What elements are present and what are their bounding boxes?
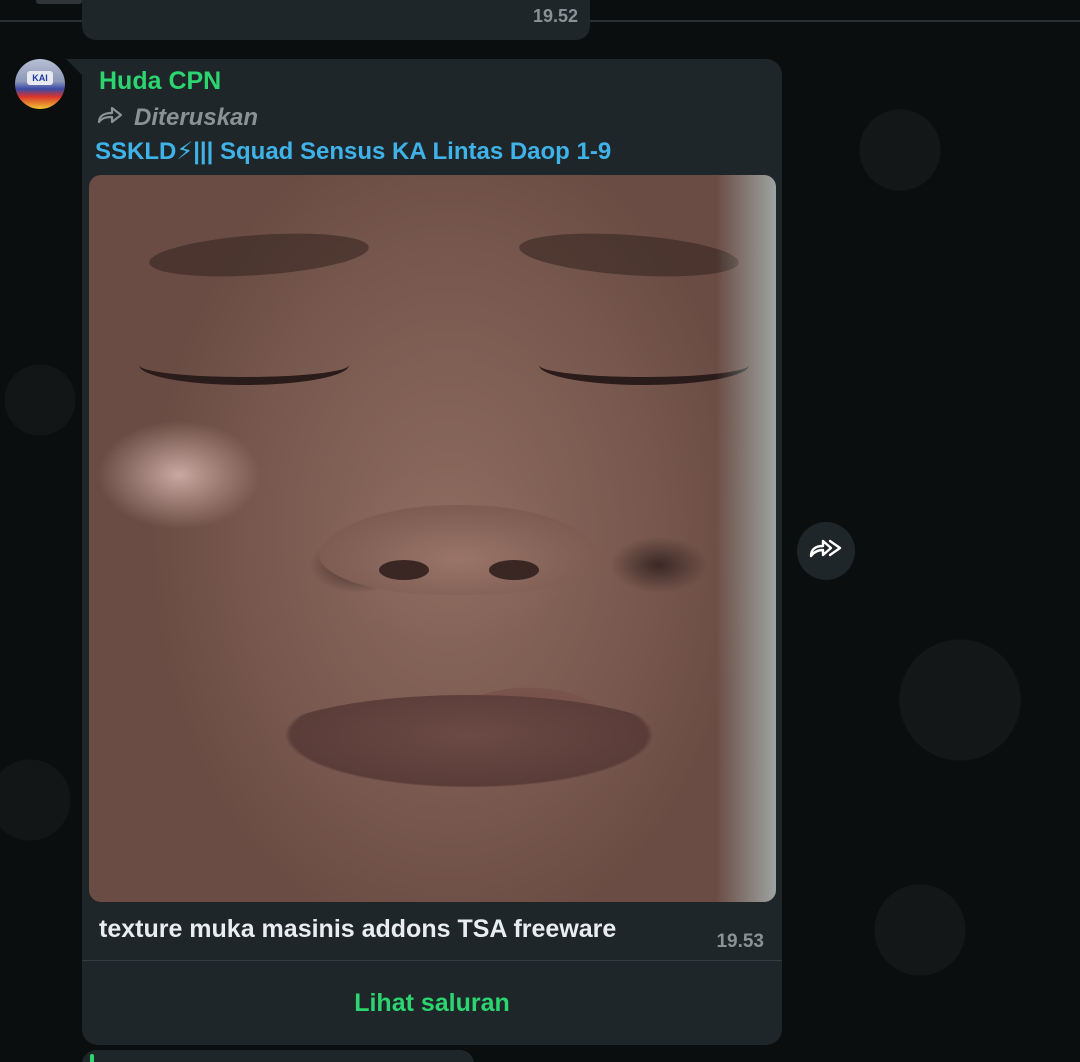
previous-message-bubble[interactable]: 19.52 — [82, 0, 590, 40]
bubble-tail — [66, 59, 82, 75]
message-caption: texture muka masinis addons TSA freeware — [99, 915, 617, 943]
channel-name[interactable]: SSKLD⚡||| Squad Sensus KA Lintas Daop 1-… — [95, 137, 611, 166]
forward-arrow-icon — [96, 106, 124, 131]
forwarded-indicator: Diteruskan — [96, 101, 258, 135]
photo-light — [716, 175, 776, 902]
photo-detail — [379, 560, 429, 580]
next-message-bubble[interactable] — [82, 1050, 474, 1062]
forwarded-label: Diteruskan — [134, 104, 259, 131]
sender-name[interactable]: Huda CPN — [99, 67, 221, 96]
next-message-accent — [90, 1054, 94, 1062]
previous-message-time: 19.52 — [532, 6, 578, 26]
avatar[interactable]: KAI — [15, 59, 65, 109]
photo-detail — [147, 227, 371, 283]
top-tab — [36, 0, 82, 4]
photo-detail — [139, 345, 349, 385]
double-forward-arrow-icon — [808, 537, 844, 566]
chat-area: 19.52 KAI Huda CPN Diteruskan SSKLD⚡||| … — [0, 0, 1080, 1062]
message-photo[interactable] — [89, 175, 776, 902]
photo-detail — [259, 695, 679, 795]
forward-button[interactable] — [797, 522, 855, 580]
photo-detail — [489, 560, 539, 580]
avatar-logo: KAI — [27, 71, 53, 85]
message-bubble[interactable]: Huda CPN Diteruskan SSKLD⚡||| Squad Sens… — [82, 59, 782, 1045]
view-channel-button[interactable]: Lihat saluran — [82, 961, 782, 1045]
photo-detail — [319, 505, 599, 595]
message-time: 19.53 — [716, 931, 764, 952]
photo-detail — [517, 227, 741, 283]
